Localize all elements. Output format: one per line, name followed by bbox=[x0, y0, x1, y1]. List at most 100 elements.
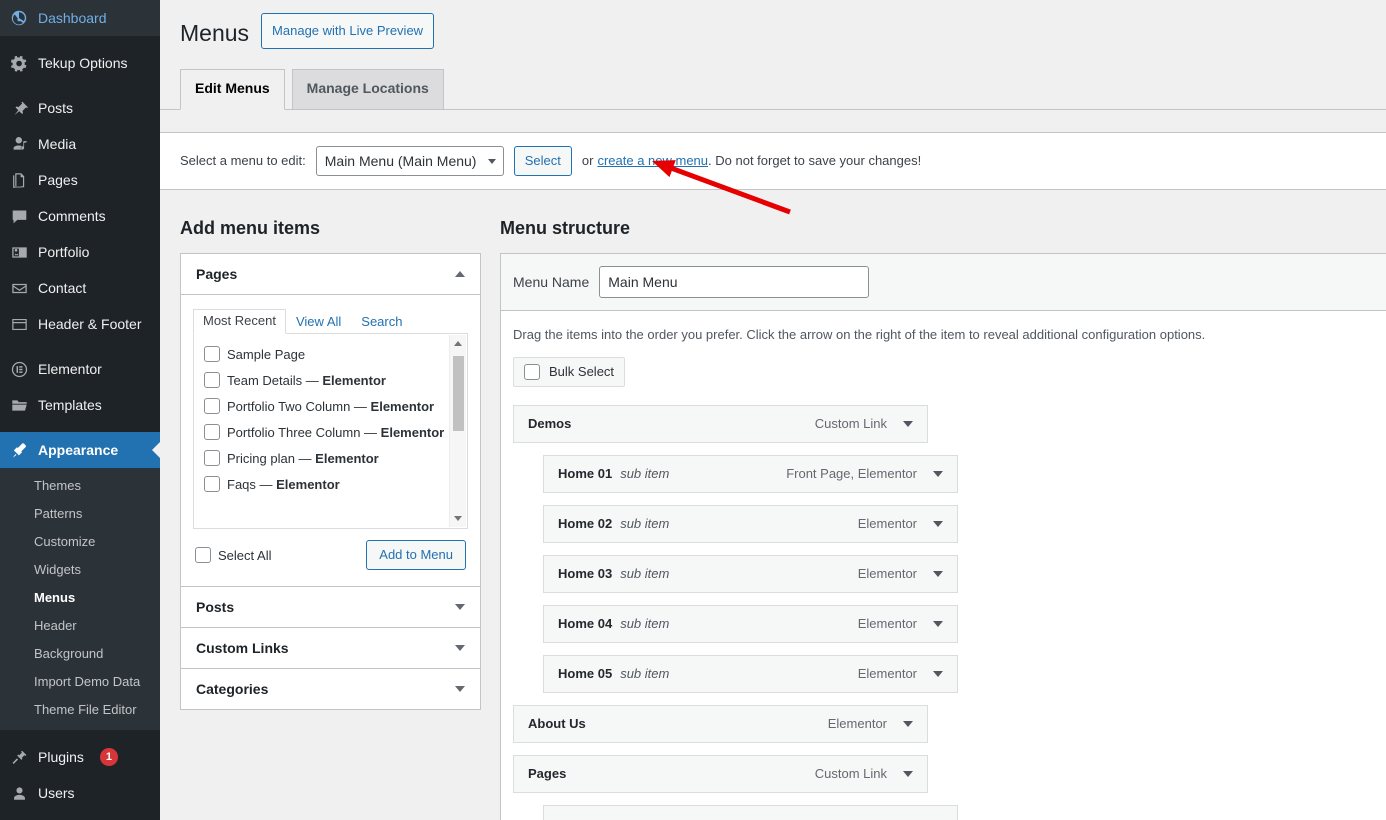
menu-structure-panel: Menu Name Drag the items into the order … bbox=[500, 253, 1386, 820]
chevron-down-icon[interactable] bbox=[933, 670, 943, 677]
select-button[interactable]: Select bbox=[513, 145, 572, 176]
submenu-item-background[interactable]: Background bbox=[0, 640, 160, 668]
create-a-new-menu-link[interactable]: create a new menu bbox=[597, 153, 708, 168]
pages-tab-view-all[interactable]: View All bbox=[286, 310, 351, 334]
chevron-down-icon[interactable] bbox=[903, 770, 913, 777]
update-count-badge: 1 bbox=[99, 748, 118, 766]
sidebar-item-users[interactable]: Users bbox=[0, 775, 160, 811]
chevron-up-icon[interactable] bbox=[455, 271, 465, 278]
list-item: Pricing plan — Elementor bbox=[204, 446, 457, 472]
menu-select-dropdown[interactable]: Main Menu (Main Menu) bbox=[315, 145, 504, 176]
list-item: Portfolio Three Column — Elementor bbox=[204, 420, 457, 446]
pages-tab-search[interactable]: Search bbox=[351, 310, 412, 334]
menu-item-home-02[interactable]: Home 02 sub item Elementor bbox=[543, 504, 958, 543]
sidebar-item-templates[interactable]: Templates bbox=[0, 387, 160, 423]
chevron-down-icon[interactable] bbox=[455, 645, 465, 652]
sidebar-item-label: Elementor bbox=[38, 361, 102, 377]
sidebar-item-appearance[interactable]: Appearance bbox=[0, 432, 160, 468]
submenu-item-theme-file-editor[interactable]: Theme File Editor bbox=[0, 696, 160, 724]
sidebar-bottom-items: Plugins 1 Users Tools bbox=[0, 730, 160, 820]
menu-structure-column: Menu structure Menu Name Drag the items … bbox=[500, 190, 1386, 820]
accordion-header-categories[interactable]: Categories bbox=[181, 669, 480, 710]
sidebar-item-posts[interactable]: Posts bbox=[0, 90, 160, 126]
add-to-menu-button[interactable]: Add to Menu bbox=[366, 540, 466, 571]
add-menu-items-column: Add menu items Pages Most Recent View All… bbox=[180, 190, 481, 711]
sidebar-item-portfolio[interactable]: Portfolio bbox=[0, 234, 160, 270]
bulk-select-toggle[interactable]: Bulk Select bbox=[513, 356, 626, 387]
menu-item-title-group: Home 05 sub item bbox=[558, 666, 669, 681]
main-content: Menus Manage with Live Preview Edit Menu… bbox=[160, 0, 1386, 820]
select-all-pages-checkbox[interactable]: Select All bbox=[195, 547, 271, 564]
chevron-down-icon[interactable] bbox=[903, 720, 913, 727]
submenu-item-patterns[interactable]: Patterns bbox=[0, 500, 160, 528]
sidebar-item-tools[interactable]: Tools bbox=[0, 811, 160, 820]
sidebar-item-pages[interactable]: Pages bbox=[0, 162, 160, 198]
tab-manage-locations[interactable]: Manage Locations bbox=[291, 68, 444, 109]
manage-with-live-preview-button[interactable]: Manage with Live Preview bbox=[261, 13, 435, 50]
sidebar-item-tekup-options[interactable]: Tekup Options bbox=[0, 45, 160, 81]
sidebar-item-comments[interactable]: Comments bbox=[0, 198, 160, 234]
menu-item-placeholder[interactable] bbox=[543, 804, 958, 820]
sidebar-item-dashboard[interactable]: Dashboard bbox=[0, 0, 160, 36]
menu-items-list: Demos Custom Link Home 01 sub item Front Pag… bbox=[513, 387, 1374, 820]
page-checkbox[interactable] bbox=[204, 398, 220, 415]
page-checkbox-item[interactable]: Portfolio Three Column — Elementor bbox=[204, 421, 457, 445]
scroll-up-icon[interactable] bbox=[450, 335, 466, 352]
add-menu-items-title: Add menu items bbox=[180, 217, 321, 238]
pages-list-scrollbar[interactable] bbox=[449, 335, 466, 528]
envelope-icon bbox=[9, 278, 29, 298]
page-checkbox-item[interactable]: Faqs — Elementor bbox=[204, 473, 457, 497]
chevron-down-icon[interactable] bbox=[455, 686, 465, 693]
menu-item-about-us[interactable]: About Us Elementor bbox=[513, 704, 928, 743]
sidebar-item-appearance: Appearance Themes Patterns Customize Widgets… bbox=[0, 432, 160, 730]
page-checkbox-item[interactable]: Sample Page bbox=[204, 343, 457, 367]
sidebar-item-plugins[interactable]: Plugins 1 bbox=[0, 739, 160, 775]
menu-item-home-03[interactable]: Home 03 sub item Elementor bbox=[543, 554, 958, 593]
page-checkbox[interactable] bbox=[204, 424, 220, 441]
bulk-select-checkbox[interactable] bbox=[524, 363, 540, 380]
tab-edit-menus[interactable]: Edit Menus bbox=[180, 68, 285, 110]
page-checkbox-item[interactable]: Team Details — Elementor bbox=[204, 369, 457, 393]
page-checkbox[interactable] bbox=[204, 450, 220, 467]
chevron-down-icon[interactable] bbox=[933, 470, 943, 477]
sidebar-item-media[interactable]: Media bbox=[0, 126, 160, 162]
page-checkbox[interactable] bbox=[204, 476, 220, 493]
sidebar-item-header-footer[interactable]: Header & Footer bbox=[0, 306, 160, 342]
chevron-down-icon[interactable] bbox=[455, 604, 465, 611]
page-checkbox[interactable] bbox=[204, 372, 220, 389]
submenu-item-themes[interactable]: Themes bbox=[0, 472, 160, 500]
sidebar-item-contact[interactable]: Contact bbox=[0, 270, 160, 306]
select-all-checkbox-input[interactable] bbox=[195, 547, 211, 564]
page-checkbox-item[interactable]: Pricing plan — Elementor bbox=[204, 447, 457, 471]
menu-item-home-01[interactable]: Home 01 sub item Front Page, Elementor bbox=[543, 454, 958, 493]
sidebar-item-elementor[interactable]: Elementor bbox=[0, 351, 160, 387]
page-label-emphasis: Elementor bbox=[276, 477, 340, 493]
page-checkbox-item[interactable]: Portfolio Two Column — Elementor bbox=[204, 395, 457, 419]
chevron-down-icon[interactable] bbox=[903, 420, 913, 427]
accordion-section-posts: Posts bbox=[181, 587, 480, 629]
chevron-down-icon[interactable] bbox=[933, 620, 943, 627]
scroll-down-icon[interactable] bbox=[450, 510, 466, 527]
sidebar-item-label: Dashboard bbox=[38, 10, 107, 26]
menu-item-title-group: Home 02 sub item bbox=[558, 516, 669, 531]
submenu-item-customize[interactable]: Customize bbox=[0, 528, 160, 556]
menu-item-title-group: Demos bbox=[528, 416, 571, 431]
submenu-item-import-demo-data[interactable]: Import Demo Data bbox=[0, 668, 160, 696]
menu-item-home-05[interactable]: Home 05 sub item Elementor bbox=[543, 654, 958, 693]
chevron-down-icon[interactable] bbox=[933, 570, 943, 577]
menu-item-demos[interactable]: Demos Custom Link bbox=[513, 404, 928, 443]
menu-name-input[interactable] bbox=[599, 266, 870, 299]
chevron-down-icon[interactable] bbox=[933, 520, 943, 527]
accordion-header-pages[interactable]: Pages bbox=[181, 254, 480, 296]
accordion-header-custom-links[interactable]: Custom Links bbox=[181, 628, 480, 669]
page-checkbox[interactable] bbox=[204, 346, 220, 363]
accordion-header-posts[interactable]: Posts bbox=[181, 587, 480, 628]
menu-item-home-04[interactable]: Home 04 sub item Elementor bbox=[543, 604, 958, 643]
pages-tab-most-recent[interactable]: Most Recent bbox=[193, 309, 286, 335]
submenu-item-menus[interactable]: Menus bbox=[0, 584, 160, 612]
submenu-item-header[interactable]: Header bbox=[0, 612, 160, 640]
scrollbar-thumb[interactable] bbox=[453, 356, 464, 432]
menu-item-pages[interactable]: Pages Custom Link bbox=[513, 754, 928, 793]
menu-structure-body: Drag the items into the order you prefer… bbox=[501, 311, 1386, 820]
submenu-item-widgets[interactable]: Widgets bbox=[0, 556, 160, 584]
